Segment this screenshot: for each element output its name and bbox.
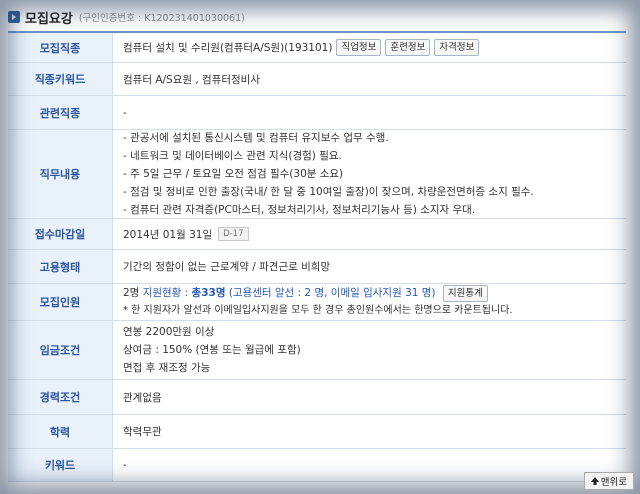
dday-badge: D-17	[218, 227, 249, 241]
row-label: 직종키워드	[8, 63, 113, 95]
row-label: 관련직종	[8, 96, 113, 129]
description-line: - 관공서에 설치된 통신시스템 및 컴퓨터 유지보수 업무 수행.	[123, 132, 389, 144]
row-recruit-count: 모집인원 2명 지원현황 : 총33명 (고용센터 알선 : 2 명, 이메일 …	[8, 284, 626, 321]
employment-type-value: 기간의 정함이 없는 근로계약 / 파견근로 비희망	[123, 261, 331, 273]
row-deadline: 접수마감일 2014년 01월 31일 D-17	[8, 219, 626, 250]
job-keyword-value: 컴퓨터 A/S요원 , 컴퓨터정비사	[123, 73, 260, 86]
row-job-category: 모집직종 컴퓨터 설치 및 수리원(컴퓨터A/S원)(193101) 직업정보 …	[8, 33, 626, 63]
row-education: 학력 학력무관	[8, 415, 626, 449]
row-label: 고용형태	[8, 250, 113, 283]
wage-line: 상여금 : 150% (연봉 또는 월급에 포함)	[123, 344, 301, 356]
row-label: 모집직종	[8, 33, 113, 62]
description-line: - 컴퓨터 관련 자격증(PC마스터, 정보처리기사, 정보처리기능사 등) 소…	[123, 204, 476, 216]
row-job-description: 직무내용 - 관공서에 설치된 통신시스템 및 컴퓨터 유지보수 업무 수행. …	[8, 130, 626, 219]
row-label: 경력조건	[8, 380, 113, 414]
job-info-button[interactable]: 직업정보	[336, 39, 382, 56]
recruit-note: * 한 지원자가 알선과 이메일입사지원을 모두 한 경우 총인원수에서는 한명…	[123, 305, 513, 316]
certification-info-button[interactable]: 자격정보	[434, 39, 480, 56]
description-line: - 네트워크 및 데이터베이스 관련 지식(경험) 필요.	[123, 150, 342, 162]
row-label: 직무내용	[8, 130, 113, 218]
section-header: 모집요강 (구인인증번호 : K120231401030061)	[8, 6, 632, 28]
row-employment-type: 고용형태 기간의 정함이 없는 근로계약 / 파견근로 비희망	[8, 250, 626, 284]
row-job-keyword: 직종키워드 컴퓨터 A/S요원 , 컴퓨터정비사	[8, 63, 626, 96]
application-stats-button[interactable]: 지원통계	[442, 285, 488, 302]
row-label: 키워드	[8, 449, 113, 481]
row-label: 접수마감일	[8, 219, 113, 249]
row-wage: 임금조건 연봉 2200만원 이상 상여금 : 150% (연봉 또는 월급에 …	[8, 321, 626, 380]
application-status-detail: (고용센터 알선 : 2 명, 이메일 입사지원 31 명)	[225, 287, 436, 299]
scroll-top-button[interactable]: 맨위로	[583, 472, 634, 490]
application-status-total[interactable]: 총33명	[192, 287, 226, 299]
job-category-value: 컴퓨터 설치 및 수리원(컴퓨터A/S원)(193101)	[123, 42, 333, 54]
row-related-job: 관련직종 -	[8, 96, 626, 130]
wage-line: 면접 후 재조정 가능	[123, 362, 211, 374]
section-marker-icon	[8, 11, 20, 23]
application-status-prefix: 지원현황 :	[142, 287, 192, 299]
experience-value: 관계없음	[123, 391, 162, 404]
wage-line: 연봉 2200만원 이상	[123, 326, 215, 338]
row-label: 모집인원	[8, 284, 113, 320]
deadline-value: 2014년 01월 31일	[123, 228, 213, 241]
keyword-value: -	[123, 459, 127, 471]
row-experience: 경력조건 관계없음	[8, 380, 626, 415]
arrow-up-icon	[590, 477, 599, 485]
description-line: - 점검 및 정비로 인한 출장(국내/ 한 달 중 10여일 출장)이 잦으며…	[123, 186, 534, 198]
description-line: - 주 5일 근무 / 토요일 오전 점검 필수(30분 소요)	[123, 168, 344, 180]
row-keyword: 키워드 -	[8, 449, 626, 482]
scroll-top-label: 맨위로	[600, 477, 627, 488]
section-title: 모집요강	[25, 11, 73, 27]
related-job-value: -	[123, 106, 127, 119]
row-label: 임금조건	[8, 321, 113, 379]
job-id-label: (구인인증번호 : K120231401030061)	[78, 13, 245, 24]
education-value: 학력무관	[123, 426, 162, 438]
recruit-count-value: 2명	[123, 287, 140, 299]
row-label: 학력	[8, 415, 113, 448]
training-info-button[interactable]: 훈련정보	[385, 39, 431, 56]
recruitment-table: 모집직종 컴퓨터 설치 및 수리원(컴퓨터A/S원)(193101) 직업정보 …	[8, 31, 626, 482]
